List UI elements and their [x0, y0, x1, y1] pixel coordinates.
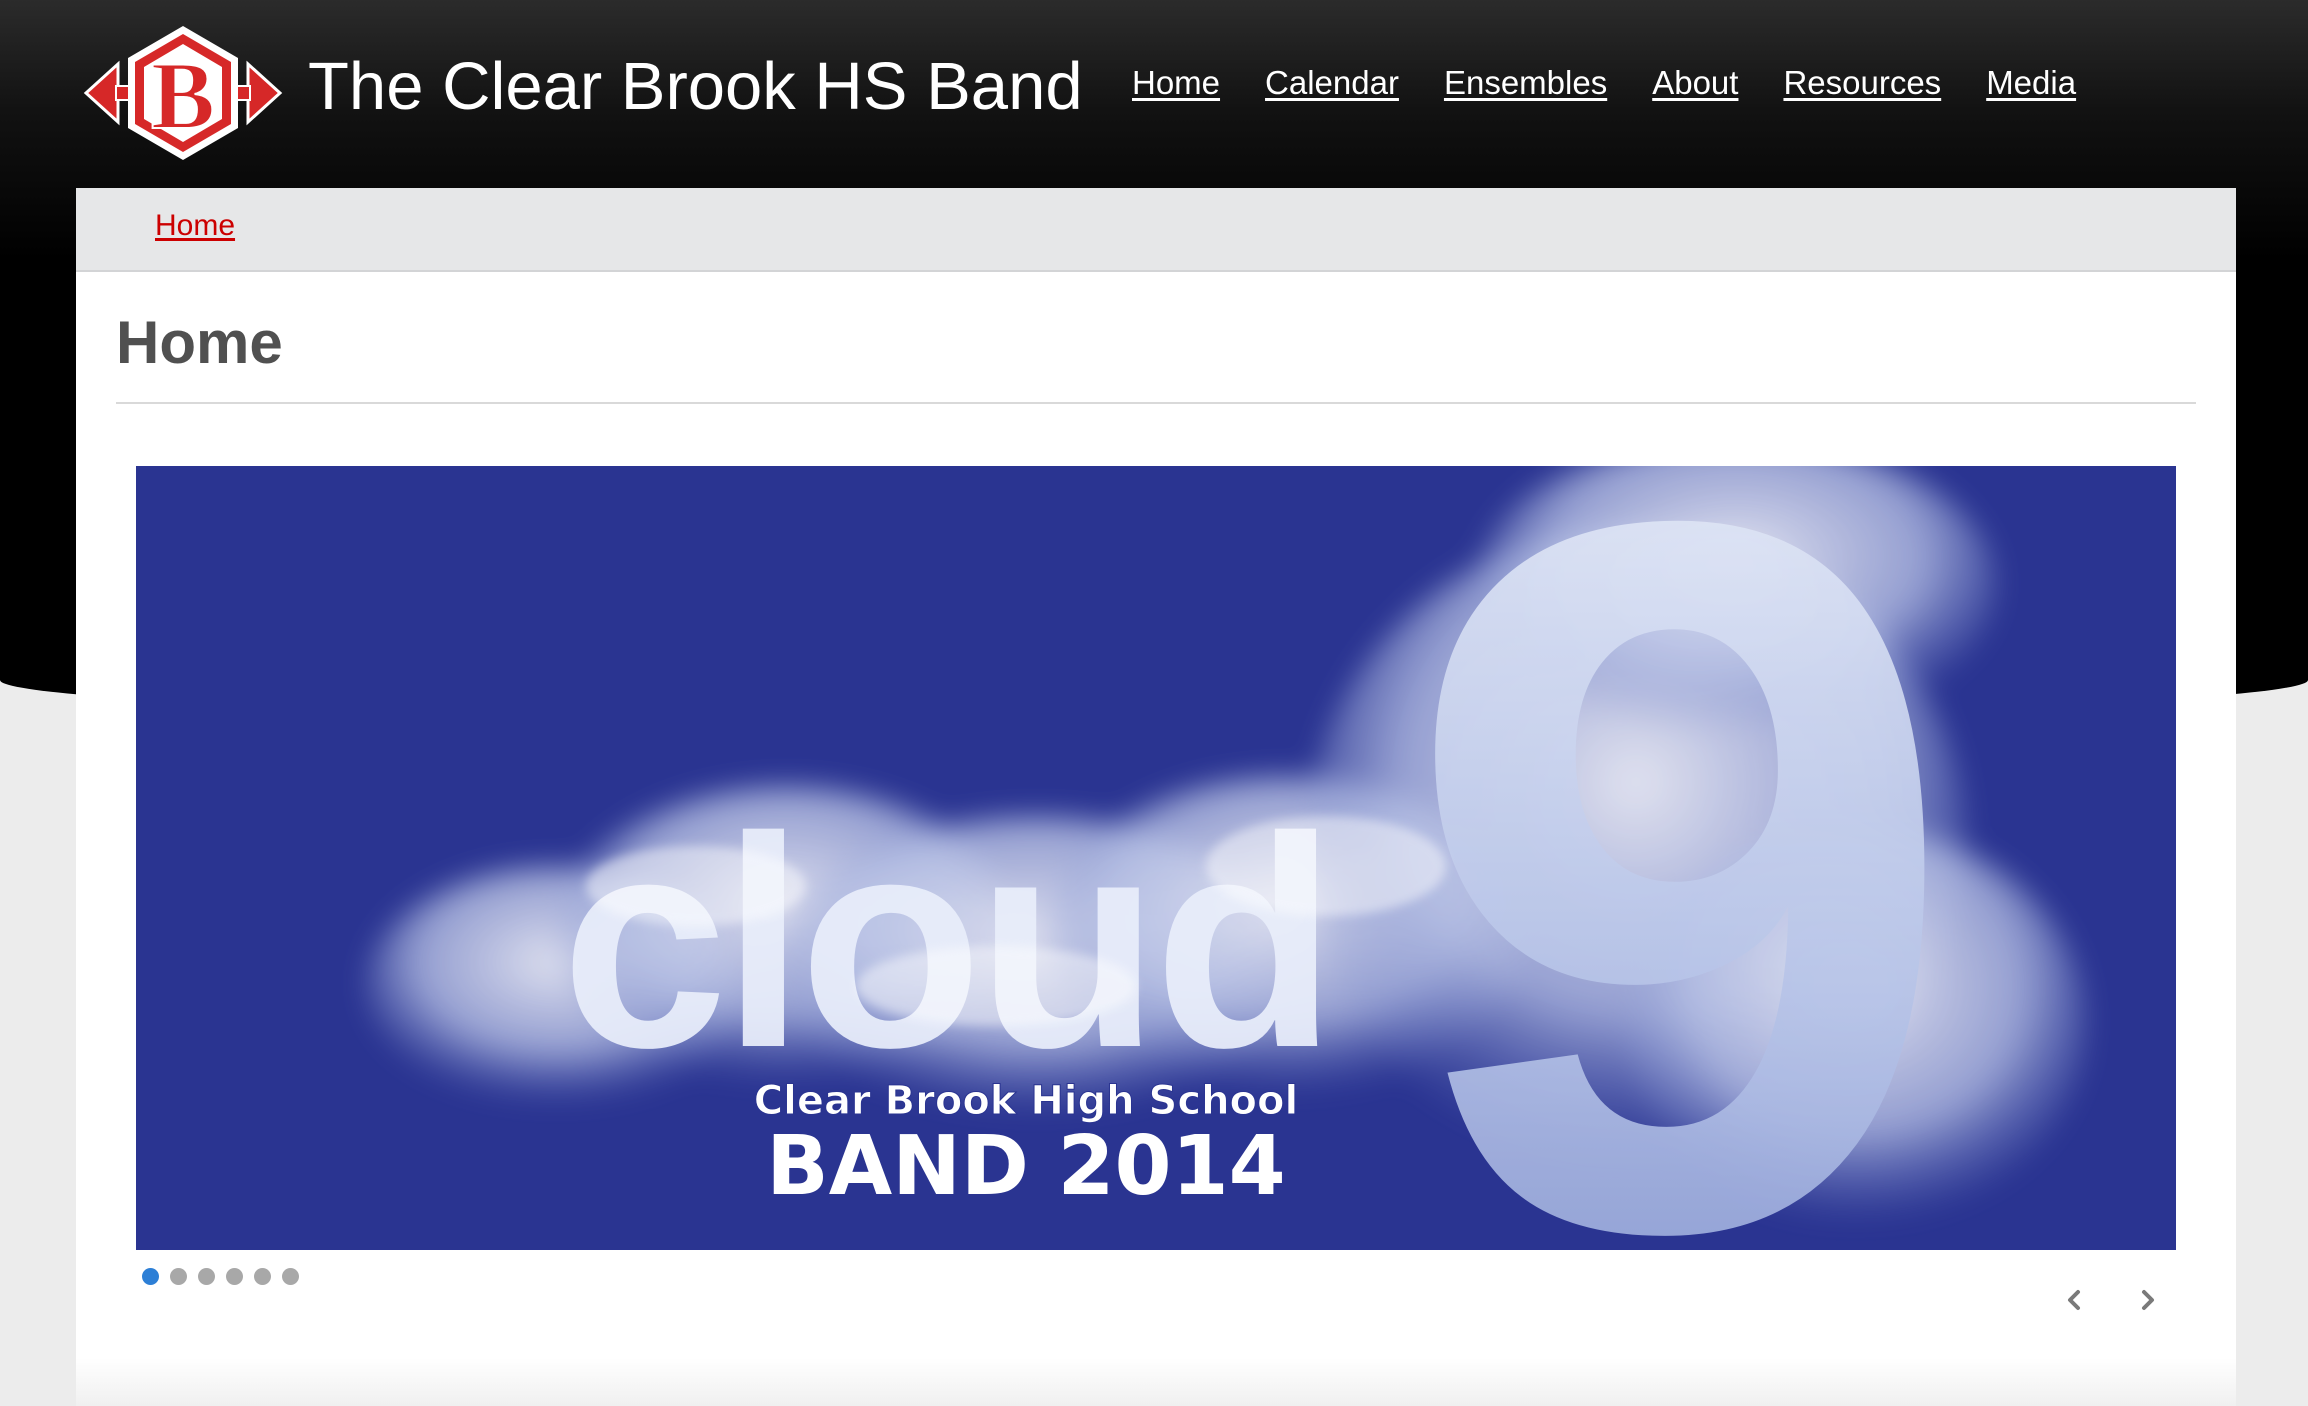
- nav-item-ensembles[interactable]: Ensembles: [1444, 64, 1607, 102]
- slide-school: Clear Brook High School: [754, 1078, 1298, 1124]
- slider-dot-2[interactable]: [170, 1268, 187, 1285]
- slide-image: 9 cloud Clear Brook High School BAND 201…: [136, 466, 2176, 1250]
- slide-numeral: 9: [1400, 466, 1962, 1250]
- slider-dot-5[interactable]: [254, 1268, 271, 1285]
- nav-item-media[interactable]: Media: [1986, 64, 2076, 102]
- slide-band-year: BAND 2014: [766, 1119, 1285, 1214]
- nav-item-resources[interactable]: Resources: [1783, 64, 1941, 102]
- content-bottom-fade: [76, 1358, 2236, 1406]
- slider-dot-3[interactable]: [198, 1268, 215, 1285]
- breadcrumb: Home: [76, 188, 2236, 272]
- slide-headline: cloud: [561, 774, 1331, 1110]
- logo-letter: B: [151, 42, 215, 149]
- chevron-right-icon[interactable]: [2128, 1280, 2168, 1320]
- slider-dot-4[interactable]: [226, 1268, 243, 1285]
- site-header: B The Clear Brook HS Band Home Calendar …: [0, 0, 2308, 186]
- main-nav: Home Calendar Ensembles About Resources …: [1132, 64, 2121, 102]
- slider-dot-6[interactable]: [282, 1268, 299, 1285]
- slider-pagination: [142, 1268, 299, 1285]
- slider-dot-1[interactable]: [142, 1268, 159, 1285]
- nav-item-calendar[interactable]: Calendar: [1265, 64, 1399, 102]
- site-title[interactable]: The Clear Brook HS Band: [308, 48, 1083, 125]
- breadcrumb-home-link[interactable]: Home: [155, 209, 235, 243]
- page-title: Home: [116, 309, 283, 376]
- title-divider: [116, 402, 2196, 404]
- band-logo[interactable]: B: [80, 22, 286, 164]
- image-slider[interactable]: 9 cloud Clear Brook High School BAND 201…: [136, 466, 2176, 1250]
- main-content: Home Home 9 cloud Clear Brook High Schoo…: [76, 188, 2236, 1406]
- nav-item-home[interactable]: Home: [1132, 64, 1220, 102]
- chevron-left-icon[interactable]: [2054, 1280, 2094, 1320]
- nav-item-about[interactable]: About: [1652, 64, 1738, 102]
